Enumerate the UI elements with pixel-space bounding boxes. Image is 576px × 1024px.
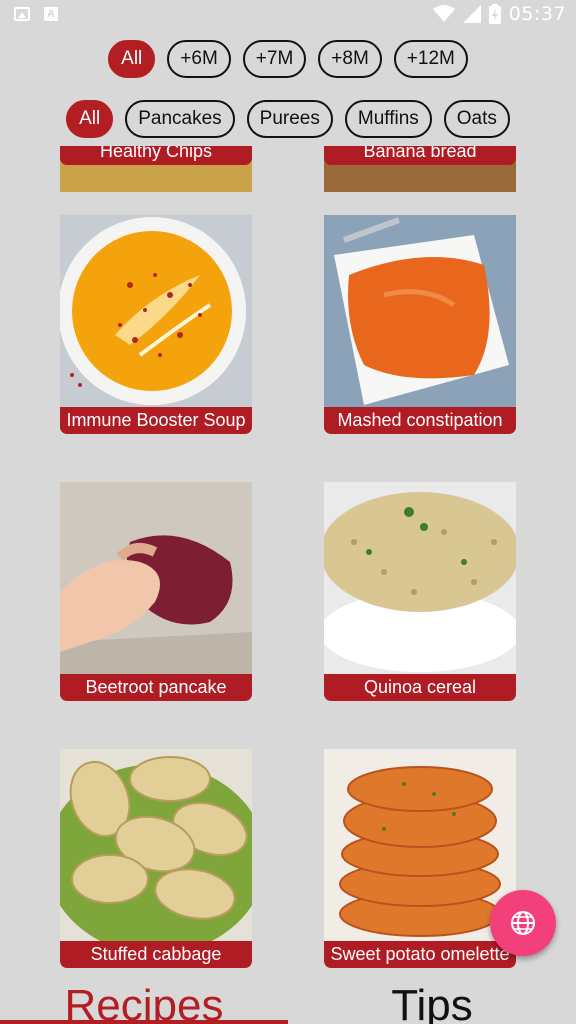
age-chip-6m[interactable]: +6M (167, 40, 231, 78)
recipe-card[interactable]: Banana bread (324, 146, 516, 192)
tab-tips[interactable]: Tips (288, 978, 576, 1024)
bottom-tab-bar: Recipes Tips (0, 978, 576, 1024)
age-chip-all[interactable]: All (108, 40, 156, 78)
recipe-title: Mashed constipation (324, 407, 516, 434)
recipe-title: Stuffed cabbage (60, 941, 252, 968)
recipe-card[interactable]: Stuffed cabbage (60, 749, 252, 968)
tab-recipes[interactable]: Recipes (0, 978, 288, 1024)
age-filter-row: All +6M +7M +8M +12M (0, 40, 576, 78)
cell-signal-icon (462, 5, 481, 23)
age-chip-8m[interactable]: +8M (318, 40, 382, 78)
recipe-card[interactable]: Beetroot pancake (60, 482, 252, 701)
recipe-title: Banana bread (324, 146, 516, 165)
recipe-photo (60, 482, 252, 674)
recipe-photo (324, 482, 516, 674)
recipe-title: Immune Booster Soup (60, 407, 252, 434)
category-filter-row: All Pancakes Purees Muffins Oats (0, 100, 576, 138)
wifi-icon (432, 5, 455, 22)
recipe-photo (60, 215, 252, 407)
image-notification-icon (14, 7, 30, 21)
language-fab[interactable] (490, 890, 556, 956)
category-chip-all[interactable]: All (66, 100, 114, 138)
category-chip-muffins[interactable]: Muffins (344, 100, 432, 138)
recipe-card[interactable]: Quinoa cereal (324, 482, 516, 701)
recipe-title: Healthy Chips (60, 146, 252, 165)
category-chip-oats[interactable]: Oats (443, 100, 510, 138)
recipe-card[interactable]: Sweet potato omelette (324, 749, 516, 968)
recipe-card[interactable]: Immune Booster Soup (60, 215, 252, 434)
recipe-title: Sweet potato omelette (324, 941, 516, 968)
recipe-grid[interactable]: Healthy Chips Banana bread Immune Booste… (0, 146, 576, 980)
recipe-card[interactable]: Healthy Chips (60, 146, 252, 192)
age-chip-7m[interactable]: +7M (242, 40, 307, 78)
recipe-title: Quinoa cereal (324, 674, 516, 701)
recipe-photo (60, 749, 252, 941)
a-notification-icon: A (44, 7, 58, 21)
recipe-photo (324, 215, 516, 407)
age-chip-12m[interactable]: +12M (393, 40, 468, 78)
recipe-title: Beetroot pancake (60, 674, 252, 701)
battery-icon (488, 4, 501, 24)
category-chip-pancakes[interactable]: Pancakes (125, 100, 235, 138)
recipe-card[interactable]: Mashed constipation (324, 215, 516, 434)
tab-indicator (0, 1020, 288, 1024)
globe-icon (511, 911, 535, 935)
status-bar: A 05:37 (0, 0, 576, 30)
clock: 05:37 (508, 3, 566, 25)
category-chip-purees[interactable]: Purees (246, 100, 333, 138)
recipe-photo (324, 749, 516, 941)
